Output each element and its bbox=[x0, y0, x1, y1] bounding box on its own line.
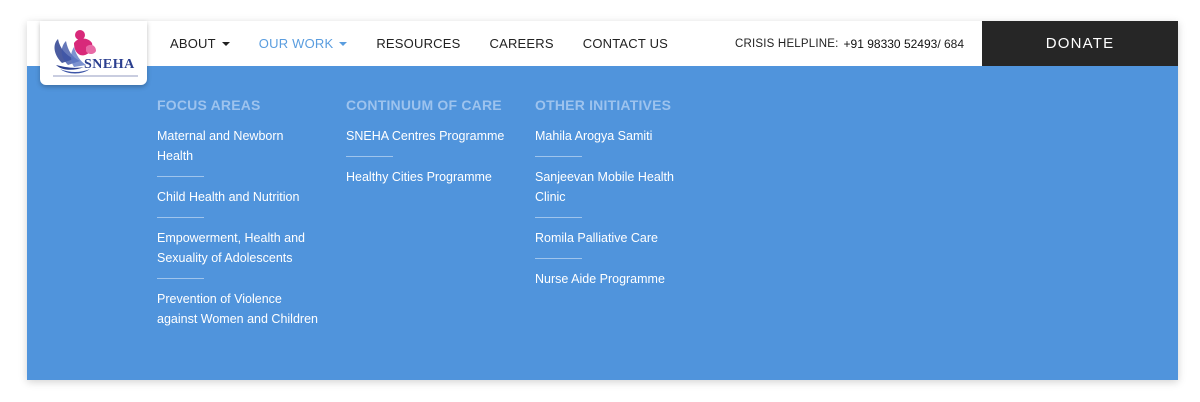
menu-divider bbox=[535, 258, 582, 259]
menu-column-focus-areas: FOCUS AREAS Maternal and Newborn Health … bbox=[157, 97, 322, 329]
nav-contact-us[interactable]: CONTACT US bbox=[583, 36, 668, 51]
menu-divider bbox=[157, 217, 204, 218]
caret-down-icon bbox=[339, 41, 348, 46]
helpline-number[interactable]: +91 98330 52493 bbox=[844, 37, 938, 51]
menu-divider bbox=[346, 156, 393, 157]
menu-link[interactable]: Maternal and Newborn Health bbox=[157, 126, 322, 166]
menu-divider bbox=[157, 278, 204, 279]
site-logo[interactable]: SNEHA bbox=[40, 21, 147, 85]
menu-link[interactable]: Nurse Aide Programme bbox=[535, 269, 685, 289]
menu-link[interactable]: SNEHA Centres Programme bbox=[346, 126, 516, 146]
menu-link[interactable]: Romila Palliative Care bbox=[535, 228, 685, 248]
menu-link[interactable]: Healthy Cities Programme bbox=[346, 167, 516, 187]
main-nav: ABOUT OUR WORK RESOURCES CAREERS CONTACT… bbox=[170, 21, 697, 66]
menu-divider bbox=[535, 217, 582, 218]
nav-careers-label: CAREERS bbox=[489, 36, 554, 51]
nav-careers[interactable]: CAREERS bbox=[490, 36, 554, 51]
nav-about-label: ABOUT bbox=[170, 36, 216, 51]
donate-button[interactable]: DONATE bbox=[982, 21, 1178, 66]
mega-menu-frame: SNEHA ABOUT OUR WORK RESOURCES CAREERS C… bbox=[27, 21, 1178, 380]
caret-down-icon bbox=[221, 41, 230, 46]
menu-link[interactable]: Empowerment, Health and Sexuality of Ado… bbox=[157, 228, 322, 268]
nav-resources-label: RESOURCES bbox=[376, 36, 461, 51]
menu-heading-other-initiatives: OTHER INITIATIVES bbox=[535, 97, 672, 113]
menu-heading-continuum-of-care: CONTINUUM OF CARE bbox=[346, 97, 502, 113]
nav-contact-us-label: CONTACT US bbox=[582, 36, 669, 51]
nav-our-work[interactable]: OUR WORK bbox=[259, 36, 348, 51]
nav-about[interactable]: ABOUT bbox=[170, 36, 230, 51]
menu-divider bbox=[157, 176, 204, 177]
menu-column-continuum-of-care: CONTINUUM OF CARE SNEHA Centres Programm… bbox=[346, 97, 516, 187]
menu-link[interactable]: Sanjeevan Mobile Health Clinic bbox=[535, 167, 685, 207]
menu-column-other-initiatives: OTHER INITIATIVES Mahila Arogya Samiti S… bbox=[535, 97, 685, 289]
logo-tagline-line bbox=[53, 75, 138, 77]
menu-divider bbox=[535, 156, 582, 157]
crisis-helpline: CRISIS HELPLINE: +91 98330 52493 / 684 bbox=[735, 21, 964, 66]
helpline-extension: / 684 bbox=[937, 36, 965, 51]
nav-our-work-label: OUR WORK bbox=[258, 36, 334, 51]
menu-link[interactable]: Prevention of Violence against Women and… bbox=[157, 289, 322, 329]
menu-link[interactable]: Mahila Arogya Samiti bbox=[535, 126, 685, 146]
menu-link[interactable]: Child Health and Nutrition bbox=[157, 187, 322, 207]
menu-heading-focus-areas: FOCUS AREAS bbox=[157, 97, 261, 113]
logo-wordmark: SNEHA bbox=[84, 57, 135, 72]
helpline-label: CRISIS HELPLINE: bbox=[735, 37, 839, 50]
top-navigation-bar: SNEHA ABOUT OUR WORK RESOURCES CAREERS C… bbox=[27, 21, 1178, 85]
nav-resources[interactable]: RESOURCES bbox=[376, 36, 460, 51]
